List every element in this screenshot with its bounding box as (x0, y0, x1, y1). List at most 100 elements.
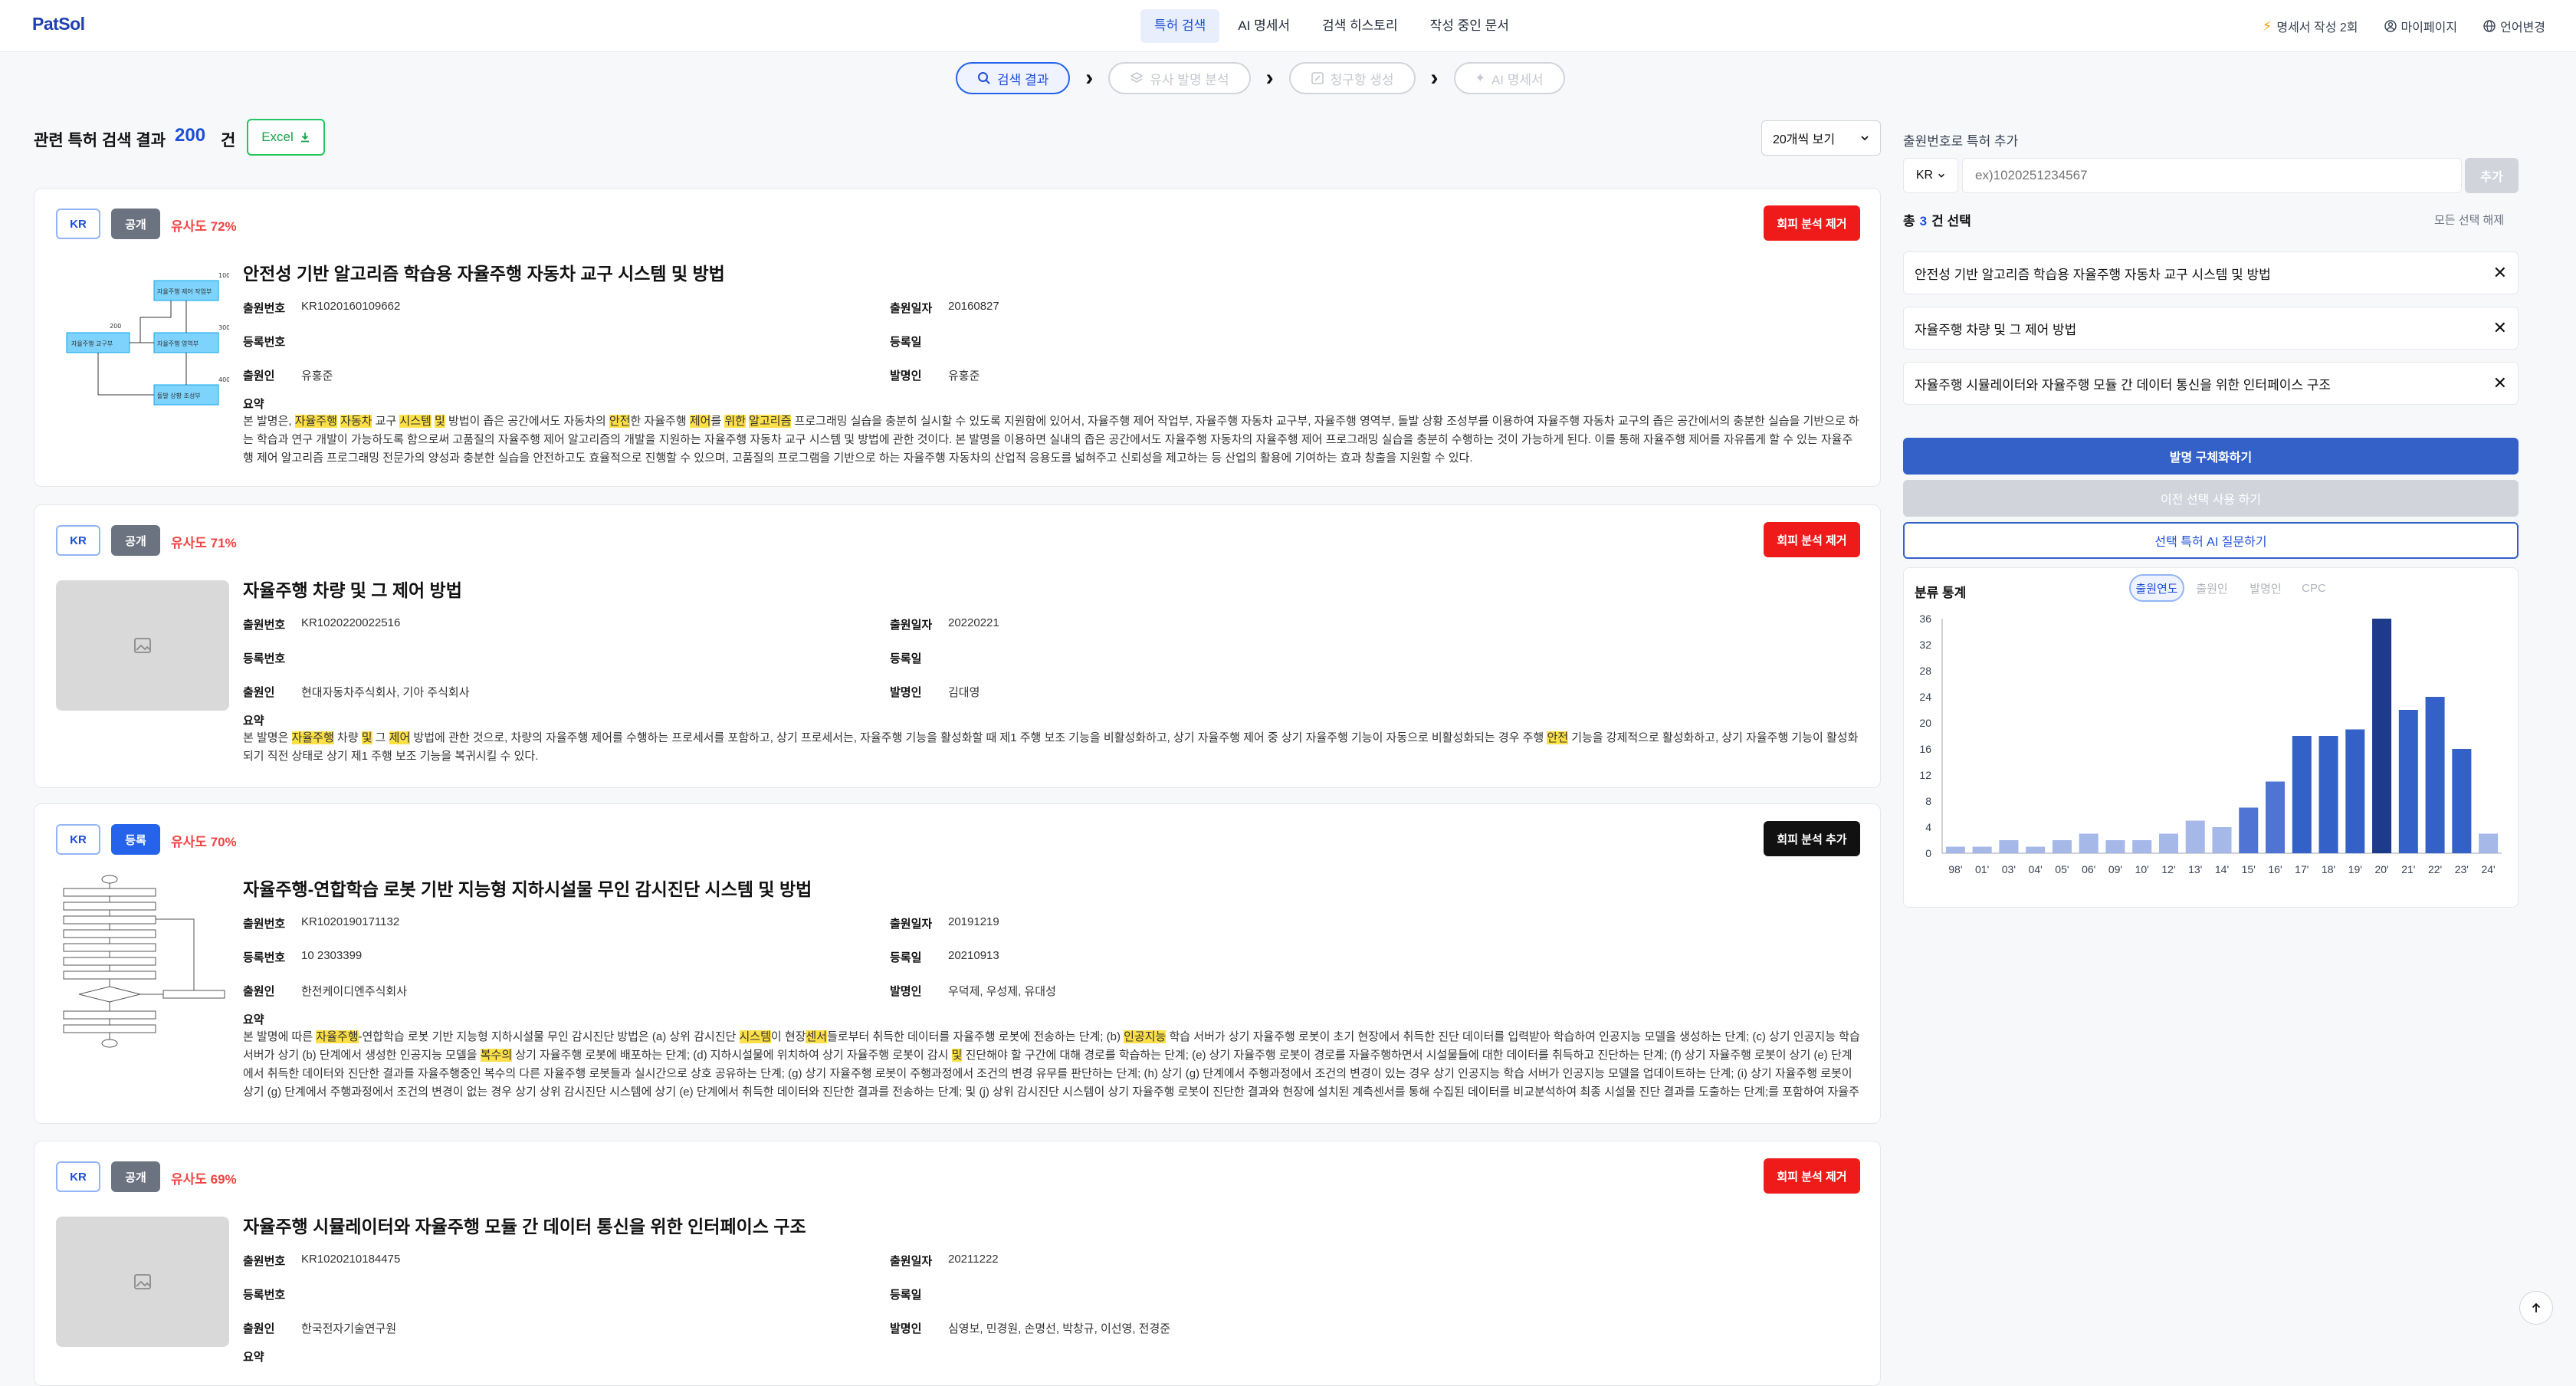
menu-ai-spec[interactable]: AI 명세서 (1224, 9, 1304, 43)
x-tick-label: 98' (1948, 863, 1962, 875)
inventor-label: 발명인 (890, 686, 922, 699)
per-page-select[interactable]: 20개씩 보기 (1761, 120, 1881, 156)
add-patent-button[interactable]: 추가 (2465, 158, 2519, 193)
application-number-input[interactable] (1962, 158, 2462, 193)
x-tick-label: 03' (2002, 863, 2016, 875)
similarity-score: 유사도 69% (171, 1172, 237, 1187)
step-ai-spec[interactable]: ✦ AI 명세서 (1453, 62, 1565, 94)
bar[interactable] (2239, 807, 2259, 854)
y-tick-label: 0 (1925, 847, 1931, 859)
logo[interactable]: PatSol (32, 14, 85, 34)
bar[interactable] (2425, 697, 2445, 853)
bar[interactable] (1972, 846, 1992, 854)
country-badge: KR (56, 209, 100, 239)
menu-search-history[interactable]: 검색 히스토리 (1308, 9, 1412, 43)
bar[interactable] (2026, 846, 2046, 854)
stats-tab-year[interactable]: 출원연도 (2129, 574, 2184, 602)
figure-ref: 300 (218, 324, 229, 331)
bar[interactable] (2292, 736, 2312, 853)
credits[interactable]: ⚡ 명세서 작성 2회 (2263, 17, 2358, 35)
reg-date-label: 등록일 (890, 951, 922, 964)
ask-ai-button[interactable]: 선택 특허 AI 질문하기 (1903, 522, 2519, 559)
avoid-analysis-remove-button[interactable]: 회피 분석 제거 (1764, 522, 1860, 557)
chevron-down-icon (1938, 173, 1944, 178)
figure-box-label: 자율주행 교구부 (71, 340, 113, 347)
bar[interactable] (1999, 840, 2019, 853)
country-badge: KR (56, 525, 100, 556)
stats-tab-applicant[interactable]: 출원인 (2189, 574, 2235, 602)
bar[interactable] (2372, 619, 2392, 853)
bar[interactable] (2052, 840, 2072, 853)
close-icon[interactable]: ✕ (2493, 373, 2507, 393)
patent-card[interactable]: KR 공개 유사도 72% 회피 분석 제거 자율주행 제어 작업부 자율주행 … (34, 188, 1881, 487)
patent-drawing[interactable]: 자율주행 제어 작업부 자율주행 교구부 자율주행 영역부 돌발 상황 조성부 … (56, 258, 229, 434)
chevron-right-icon: › (1265, 65, 1274, 90)
bar[interactable] (1945, 846, 1965, 854)
x-tick-label: 18' (2322, 863, 2335, 875)
patent-card[interactable]: KR 등록 유사도 70% 회피 분석 추가 자율주행-연합학습 로봇 기반 지… (34, 803, 1881, 1124)
bar[interactable] (2318, 736, 2338, 853)
stats-tab-cpc[interactable]: CPC (2295, 574, 2333, 602)
step-claims[interactable]: 청구항 생성 (1288, 62, 1416, 94)
selected-patent-title: 안전성 기반 알고리즘 학습용 자율주행 자동차 교구 시스템 및 방법 (1915, 267, 2271, 282)
step-label: AI 명세서 (1491, 72, 1544, 87)
bar[interactable] (2212, 827, 2232, 853)
similarity-score: 유사도 70% (171, 835, 237, 849)
patent-title[interactable]: 안전성 기반 알고리즘 학습용 자율주행 자동차 교구 시스템 및 방법 (243, 259, 725, 285)
language-switch[interactable]: 언어변경 (2483, 17, 2545, 35)
bar[interactable] (2452, 749, 2472, 853)
total-suffix: 건 선택 (1931, 214, 1971, 228)
patent-flowchart[interactable] (56, 872, 229, 1071)
similarity-score: 유사도 72% (171, 219, 237, 234)
figure-box-label: 돌발 상황 조성부 (157, 392, 201, 399)
layers-icon (1130, 72, 1144, 83)
patent-card[interactable]: KR 공개 유사도 71% 회피 분석 제거 자율주행 차량 및 그 제어 방법… (34, 504, 1881, 788)
bar[interactable] (2079, 833, 2099, 854)
inventor-value: 김대영 (948, 686, 980, 699)
avoid-analysis-remove-button[interactable]: 회피 분석 제거 (1764, 1158, 1860, 1194)
menu-patent-search[interactable]: 특허 검색 (1140, 9, 1220, 43)
bar[interactable] (2266, 781, 2286, 854)
inventor-value: 유홍준 (948, 369, 980, 383)
bar[interactable] (2105, 840, 2125, 853)
y-tick-label: 20 (1919, 717, 1931, 729)
inventor-label: 발명인 (890, 985, 922, 998)
clear-all-button[interactable]: 모든 선택 해제 (2434, 212, 2504, 228)
bar[interactable] (2345, 729, 2365, 854)
bar[interactable] (2479, 833, 2499, 854)
step-similar-analysis[interactable]: 유사 발명 분석 (1108, 62, 1251, 94)
scroll-top-button[interactable] (2519, 1291, 2553, 1325)
patent-title[interactable]: 자율주행-연합학습 로봇 기반 지능형 지하시설물 무인 감시진단 시스템 및 … (243, 875, 812, 901)
x-tick-label: 14' (2215, 863, 2229, 875)
patent-title[interactable]: 자율주행 차량 및 그 제어 방법 (243, 576, 462, 602)
applicant-value: 한전케이디엔주식회사 (301, 985, 408, 998)
bar[interactable] (2398, 710, 2418, 853)
bar[interactable] (2185, 820, 2205, 854)
close-icon[interactable]: ✕ (2493, 263, 2507, 283)
stats-tab-inventor[interactable]: 발명인 (2243, 574, 2289, 602)
avoid-analysis-add-button[interactable]: 회피 분석 추가 (1764, 821, 1860, 856)
close-icon[interactable]: ✕ (2493, 318, 2507, 338)
add-by-number-label: 출원번호로 특허 추가 (1903, 134, 2019, 149)
menu-drafts[interactable]: 작성 중인 문서 (1416, 9, 1523, 43)
country-select-value: KR (1915, 169, 1934, 182)
inventor-value: 우덕제, 우성제, 유대성 (948, 985, 1056, 998)
step-search-results[interactable]: 검색 결과 (956, 62, 1071, 94)
x-tick-label: 24' (2481, 863, 2495, 875)
use-previous-selection-button[interactable]: 이전 선택 사용 하기 (1903, 480, 2519, 517)
country-select[interactable]: KR (1903, 158, 1958, 193)
abstract-text: 본 발명은, 자율주행 자동차 교구 시스템 및 방법이 좁은 공간에서도 자동… (243, 415, 1859, 465)
language-label: 언어변경 (2500, 21, 2545, 34)
bar[interactable] (2158, 833, 2178, 854)
patent-card[interactable]: KR 공개 유사도 69% 회피 분석 제거 자율주행 시뮬레이터와 자율주행 … (34, 1141, 1881, 1386)
results-unit: 건 (221, 132, 236, 149)
mypage-link[interactable]: 마이페이지 (2384, 17, 2457, 35)
excel-download-button[interactable]: Excel (247, 119, 325, 156)
results-count: 200 (175, 125, 206, 146)
x-tick-label: 20' (2374, 863, 2388, 875)
bar[interactable] (2132, 840, 2152, 853)
patent-title[interactable]: 자율주행 시뮬레이터와 자율주행 모듈 간 데이터 통신을 위한 인터페이스 구… (243, 1212, 806, 1238)
avoid-analysis-remove-button[interactable]: 회피 분석 제거 (1764, 205, 1860, 241)
concretize-invention-button[interactable]: 발명 구체화하기 (1903, 438, 2519, 475)
x-tick-label: 16' (2268, 863, 2282, 875)
